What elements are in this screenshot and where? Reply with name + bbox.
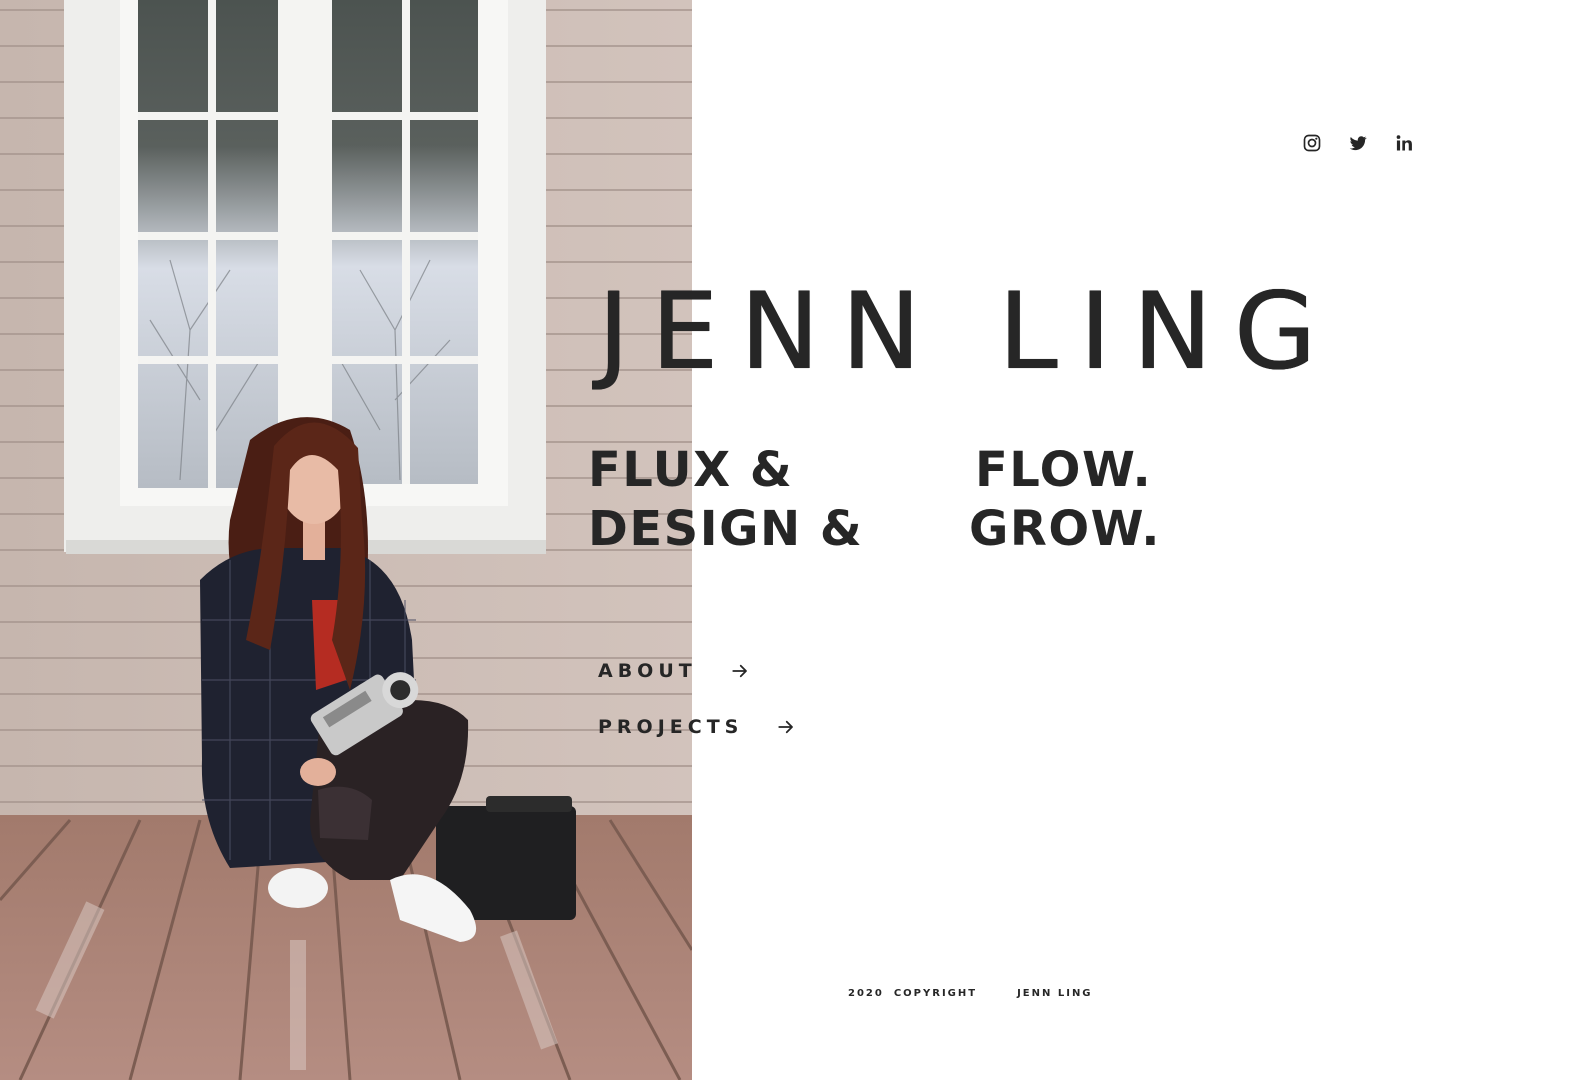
tagline-line2-right: GROW.: [969, 501, 1161, 557]
linkedin-icon[interactable]: [1394, 133, 1414, 153]
tagline-line1-right: FLOW.: [975, 442, 1153, 498]
footer-copyright: COPYRIGHT: [893, 988, 978, 999]
tagline-line2-left: DESIGN &: [588, 501, 864, 557]
twitter-icon[interactable]: [1348, 133, 1368, 153]
about-link[interactable]: ABOUT: [598, 660, 749, 682]
social-links: [1302, 133, 1414, 153]
arrow-right-icon: [732, 664, 747, 678]
instagram-icon[interactable]: [1302, 133, 1322, 153]
site-name-heading: JENN LING: [598, 270, 1339, 393]
about-link-label: ABOUT: [598, 660, 697, 682]
projects-link[interactable]: PROJECTS: [598, 716, 795, 738]
projects-link-label: PROJECTS: [598, 716, 744, 738]
footer-year: 2020: [848, 988, 884, 999]
arrow-right-icon: [778, 720, 794, 734]
footer: 2020 COPYRIGHT JENN LING: [848, 988, 1093, 999]
tagline-line1-left: FLUX &: [588, 442, 794, 498]
footer-owner: JENN LING: [1017, 988, 1093, 999]
